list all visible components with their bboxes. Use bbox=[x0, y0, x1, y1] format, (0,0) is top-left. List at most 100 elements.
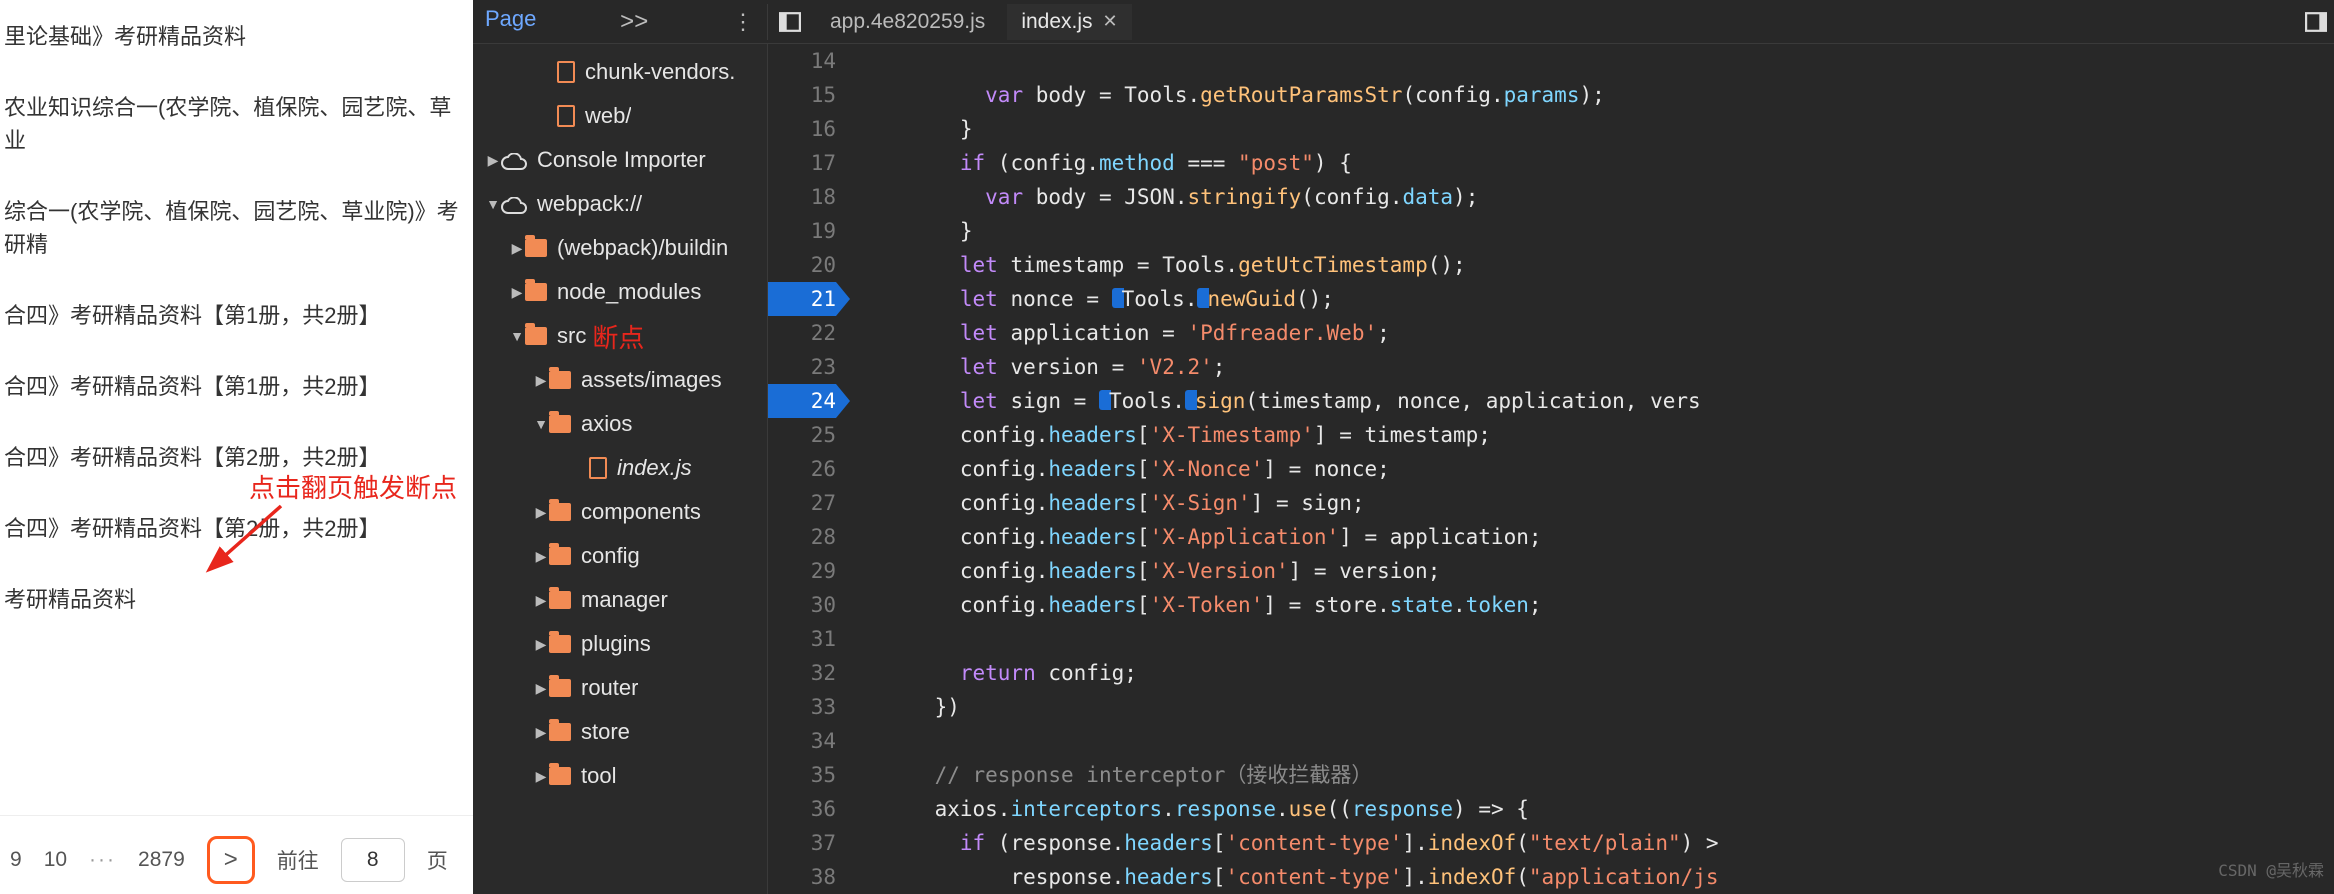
code-line[interactable]: config.headers['X-Application'] = applic… bbox=[884, 520, 2334, 554]
page-9[interactable]: 9 bbox=[10, 848, 22, 872]
line-number[interactable]: 32 bbox=[768, 656, 836, 690]
tree-item[interactable]: assets/images bbox=[473, 358, 767, 402]
tree-item[interactable]: node_modules bbox=[473, 270, 767, 314]
result-item[interactable]: 综合一(农学院、植保院、园艺院、草业院)》考研精 bbox=[0, 179, 473, 283]
tabs-overflow[interactable]: >> bbox=[620, 8, 648, 36]
tree-item[interactable]: chunk-vendors. bbox=[473, 50, 767, 94]
file-tab-app[interactable]: app.4e820259.js bbox=[816, 4, 999, 40]
chevron-icon[interactable] bbox=[485, 196, 501, 212]
file-tree[interactable]: chunk-vendors.web/Console Importerwebpac… bbox=[473, 44, 768, 894]
sources-page-tab[interactable]: Page bbox=[485, 6, 536, 38]
line-number[interactable]: 37 bbox=[768, 826, 836, 860]
chevron-icon[interactable] bbox=[533, 592, 549, 609]
code-line[interactable]: var body = JSON.stringify(config.data); bbox=[884, 180, 2334, 214]
page-last[interactable]: 2879 bbox=[138, 848, 185, 872]
code-line[interactable] bbox=[884, 622, 2334, 656]
chevron-icon[interactable] bbox=[533, 724, 549, 741]
line-number[interactable]: 24 bbox=[768, 384, 836, 418]
tree-item[interactable]: Console Importer bbox=[473, 138, 767, 182]
chevron-icon[interactable] bbox=[509, 328, 525, 344]
code-line[interactable]: // response interceptor（接收拦截器） bbox=[884, 758, 2334, 792]
goto-input[interactable] bbox=[341, 838, 405, 882]
tree-item[interactable]: components bbox=[473, 490, 767, 534]
tree-item[interactable]: plugins bbox=[473, 622, 767, 666]
code-line[interactable]: config.headers['X-Timestamp'] = timestam… bbox=[884, 418, 2334, 452]
line-number[interactable]: 18 bbox=[768, 180, 836, 214]
line-number[interactable]: 17 bbox=[768, 146, 836, 180]
line-number[interactable]: 23 bbox=[768, 350, 836, 384]
chevron-icon[interactable] bbox=[533, 768, 549, 785]
result-item[interactable]: 合四》考研精品资料【第1册，共2册】 bbox=[0, 354, 473, 425]
line-number[interactable]: 30 bbox=[768, 588, 836, 622]
code-line[interactable]: response.headers['content-type'].indexOf… bbox=[884, 860, 2334, 894]
code-line[interactable]: axios.interceptors.response.use((respons… bbox=[884, 792, 2334, 826]
tree-item[interactable]: tool bbox=[473, 754, 767, 798]
line-number[interactable]: 22 bbox=[768, 316, 836, 350]
code-line[interactable]: return config; bbox=[884, 656, 2334, 690]
code-line[interactable]: config.headers['X-Version'] = version; bbox=[884, 554, 2334, 588]
next-page-button[interactable]: > bbox=[207, 836, 255, 884]
tree-item[interactable]: router bbox=[473, 666, 767, 710]
toggle-debugger-icon[interactable] bbox=[2298, 4, 2334, 40]
chevron-icon[interactable] bbox=[533, 680, 549, 697]
chevron-icon[interactable] bbox=[509, 240, 525, 257]
code-line[interactable] bbox=[884, 44, 2334, 78]
code-line[interactable]: let sign = Tools.sign(timestamp, nonce, … bbox=[884, 384, 2334, 418]
line-number[interactable]: 19 bbox=[768, 214, 836, 248]
line-number[interactable]: 28 bbox=[768, 520, 836, 554]
code-line[interactable]: var body = Tools.getRoutParamsStr(config… bbox=[884, 78, 2334, 112]
tree-item[interactable]: store bbox=[473, 710, 767, 754]
code-line[interactable]: let timestamp = Tools.getUtcTimestamp(); bbox=[884, 248, 2334, 282]
tree-item[interactable]: axios bbox=[473, 402, 767, 446]
code-line[interactable]: let nonce = Tools.newGuid(); bbox=[884, 282, 2334, 316]
code-line[interactable]: config.headers['X-Token'] = store.state.… bbox=[884, 588, 2334, 622]
code-line[interactable] bbox=[884, 724, 2334, 758]
result-item[interactable]: 里论基础》考研精品资料 bbox=[0, 4, 473, 75]
line-number[interactable]: 27 bbox=[768, 486, 836, 520]
tree-item[interactable]: web/ bbox=[473, 94, 767, 138]
tree-item[interactable]: (webpack)/buildin bbox=[473, 226, 767, 270]
chevron-icon[interactable] bbox=[533, 504, 549, 521]
result-item[interactable]: 农业知识综合一(农学院、植保院、园艺院、草业 bbox=[0, 75, 473, 179]
file-tab-index[interactable]: index.js ✕ bbox=[1007, 4, 1131, 40]
tree-item[interactable]: manager bbox=[473, 578, 767, 622]
line-number[interactable]: 25 bbox=[768, 418, 836, 452]
line-number[interactable]: 21 bbox=[768, 282, 836, 316]
code-line[interactable]: if (config.method === "post") { bbox=[884, 146, 2334, 180]
code-line[interactable]: let application = 'Pdfreader.Web'; bbox=[884, 316, 2334, 350]
result-item[interactable]: 考研精品资料 bbox=[0, 567, 473, 638]
tree-item[interactable]: src断点 bbox=[473, 314, 767, 358]
code-editor[interactable]: 1415161718192021222324252627282930313233… bbox=[768, 44, 2334, 894]
chevron-icon[interactable] bbox=[533, 416, 549, 432]
code-lines[interactable]: var body = Tools.getRoutParamsStr(config… bbox=[856, 44, 2334, 894]
result-item[interactable]: 合四》考研精品资料【第1册，共2册】 bbox=[0, 283, 473, 354]
line-number[interactable]: 36 bbox=[768, 792, 836, 826]
tree-item[interactable]: webpack:// bbox=[473, 182, 767, 226]
toggle-navigator-icon[interactable] bbox=[772, 4, 808, 40]
tree-item[interactable]: index.js bbox=[473, 446, 767, 490]
line-number[interactable]: 38 bbox=[768, 860, 836, 894]
code-line[interactable]: }) bbox=[884, 690, 2334, 724]
line-number[interactable]: 26 bbox=[768, 452, 836, 486]
code-line[interactable]: } bbox=[884, 214, 2334, 248]
code-line[interactable]: config.headers['X-Nonce'] = nonce; bbox=[884, 452, 2334, 486]
page-10[interactable]: 10 bbox=[44, 848, 67, 872]
kebab-menu-icon[interactable]: ⋮ bbox=[732, 9, 755, 35]
line-number[interactable]: 14 bbox=[768, 44, 836, 78]
code-line[interactable]: if (response.headers['content-type'].ind… bbox=[884, 826, 2334, 860]
chevron-icon[interactable] bbox=[533, 372, 549, 389]
code-line[interactable]: } bbox=[884, 112, 2334, 146]
line-number[interactable]: 33 bbox=[768, 690, 836, 724]
close-icon[interactable]: ✕ bbox=[1103, 11, 1118, 32]
line-number[interactable]: 31 bbox=[768, 622, 836, 656]
chevron-icon[interactable] bbox=[533, 636, 549, 653]
tree-item[interactable]: config bbox=[473, 534, 767, 578]
chevron-icon[interactable] bbox=[533, 548, 549, 565]
line-number[interactable]: 15 bbox=[768, 78, 836, 112]
code-line[interactable]: let version = 'V2.2'; bbox=[884, 350, 2334, 384]
line-number[interactable]: 16 bbox=[768, 112, 836, 146]
line-number[interactable]: 34 bbox=[768, 724, 836, 758]
chevron-icon[interactable] bbox=[485, 152, 501, 169]
line-number[interactable]: 35 bbox=[768, 758, 836, 792]
result-item[interactable]: 合四》考研精品资料【第2册，共2册】 bbox=[0, 496, 473, 567]
